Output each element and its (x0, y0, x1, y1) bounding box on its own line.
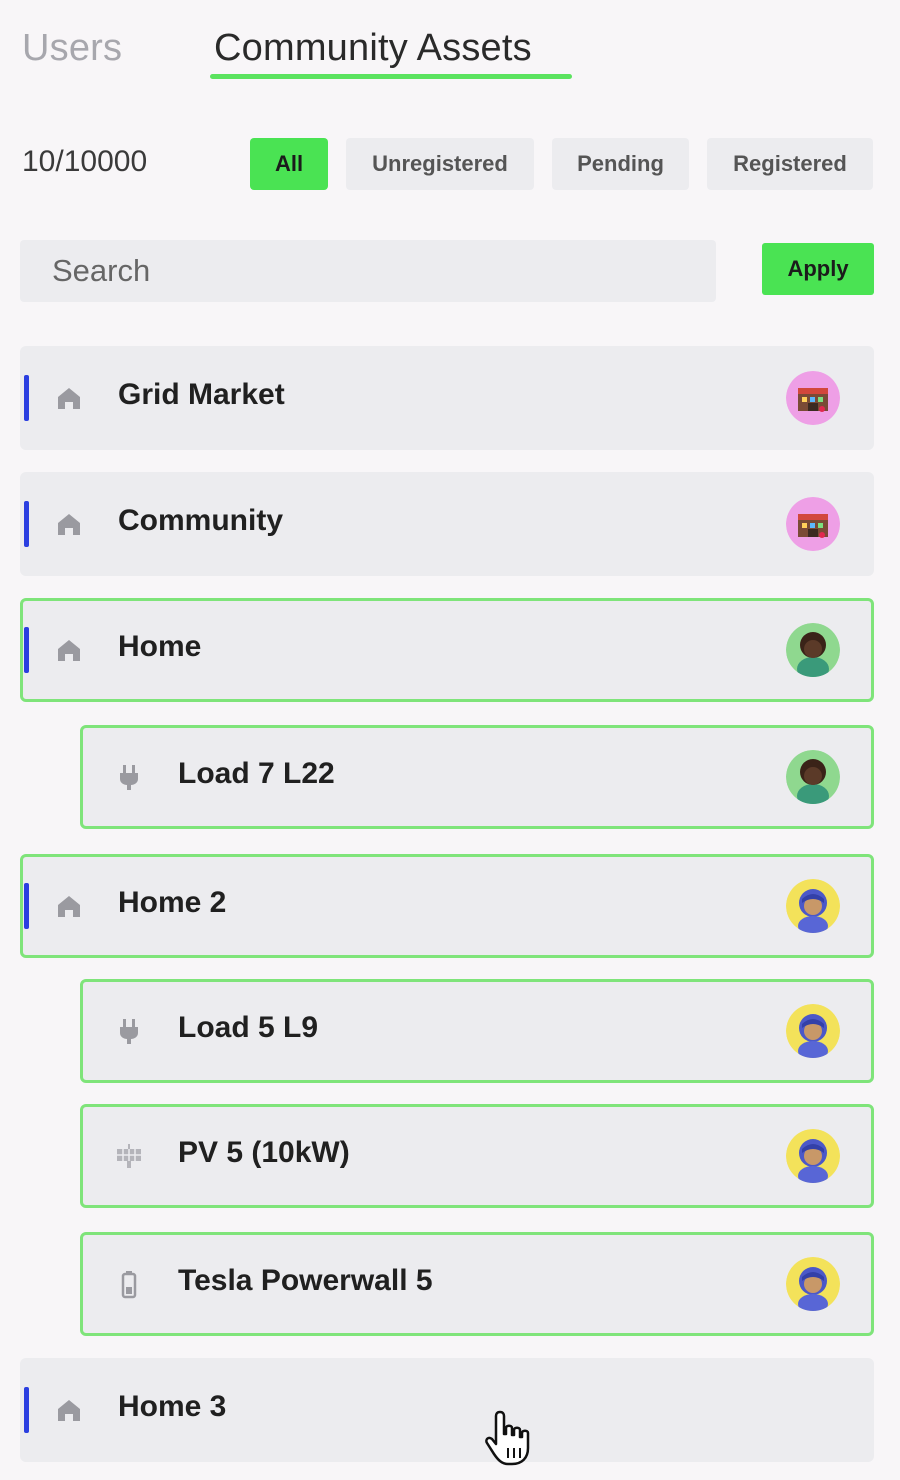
asset-label: Tesla Powerwall 5 (178, 1264, 433, 1297)
asset-row-load-7-l22[interactable]: Load 7 L22 (80, 725, 874, 829)
home-icon (54, 891, 84, 921)
market-avatar (786, 371, 840, 425)
solar-panel-icon (114, 1141, 144, 1171)
tree-level-bar (24, 883, 29, 929)
asset-label: Grid Market (118, 378, 285, 411)
user-avatar-blue (786, 1257, 840, 1311)
asset-count: 10/10000 (22, 145, 148, 178)
user-avatar-blue (786, 1129, 840, 1183)
user-avatar-dark (786, 623, 840, 677)
asset-label: Community (118, 504, 283, 537)
home-icon (54, 509, 84, 539)
hand-cursor-icon (485, 1410, 530, 1466)
asset-row-home-3[interactable]: Home 3 (20, 1358, 874, 1462)
filter-unregistered-button[interactable]: Unregistered (346, 138, 534, 190)
tab-bar: Users Community Assets (22, 24, 882, 84)
asset-label: Load 7 L22 (178, 757, 335, 790)
asset-row-tesla-powerwall-5[interactable]: Tesla Powerwall 5 (80, 1232, 874, 1336)
tree-level-bar (24, 501, 29, 547)
asset-row-home[interactable]: Home (20, 598, 874, 702)
home-icon (54, 635, 84, 665)
asset-row-load-5-l9[interactable]: Load 5 L9 (80, 979, 874, 1083)
asset-label: Home 3 (118, 1390, 227, 1423)
active-tab-underline (210, 74, 572, 79)
tab-community-assets[interactable]: Community Assets (214, 24, 532, 72)
asset-label: Home (118, 630, 202, 663)
filter-registered-button[interactable]: Registered (707, 138, 873, 190)
asset-row-home-2[interactable]: Home 2 (20, 854, 874, 958)
battery-icon (114, 1269, 144, 1299)
tree-level-bar (24, 375, 29, 421)
tab-users[interactable]: Users (22, 24, 122, 72)
user-avatar-blue (786, 879, 840, 933)
apply-button[interactable]: Apply (762, 243, 874, 295)
asset-label: Load 5 L9 (178, 1011, 319, 1044)
asset-row-pv-5[interactable]: PV 5 (10kW) (80, 1104, 874, 1208)
filter-pending-button[interactable]: Pending (552, 138, 689, 190)
tree-level-bar (24, 1387, 29, 1433)
home-icon (54, 1395, 84, 1425)
filter-all-button[interactable]: All (250, 138, 328, 190)
asset-row-grid-market[interactable]: Grid Market (20, 346, 874, 450)
user-avatar-blue (786, 1004, 840, 1058)
market-avatar (786, 497, 840, 551)
plug-icon (114, 762, 144, 792)
plug-icon (114, 1016, 144, 1046)
search-input[interactable] (20, 240, 716, 302)
asset-label: Home 2 (118, 886, 227, 919)
asset-label: PV 5 (10kW) (178, 1136, 350, 1169)
home-icon (54, 383, 84, 413)
tree-level-bar (24, 627, 29, 673)
asset-row-community[interactable]: Community (20, 472, 874, 576)
user-avatar-dark (786, 750, 840, 804)
